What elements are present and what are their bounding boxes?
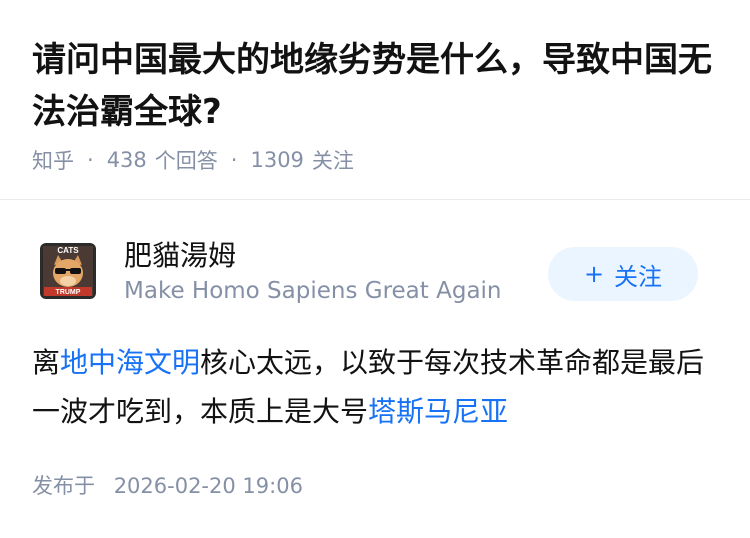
followers-count: 1309 bbox=[250, 148, 304, 172]
meta-separator: · bbox=[87, 148, 94, 172]
answers-count: 438 bbox=[106, 148, 147, 172]
link-tasmania[interactable]: 塔斯马尼亚 bbox=[368, 395, 508, 428]
answers-label: 个回答 bbox=[154, 149, 218, 173]
meta-separator: · bbox=[230, 148, 238, 172]
question-title[interactable]: 请问中国最大的地缘劣势是什么，导致中国无法治霸全球? bbox=[32, 34, 722, 138]
published-time: 2026-02-20 19:06 bbox=[113, 474, 303, 498]
answer-text: 离 bbox=[32, 346, 61, 379]
followers-label: 关注 bbox=[311, 149, 354, 173]
published-label: 发布于 bbox=[32, 474, 95, 498]
author-bio: Make Homo Sapiens Great Again bbox=[124, 278, 502, 304]
link-mediterranean-civilization[interactable]: 地中海文明 bbox=[60, 346, 200, 379]
source-label[interactable]: 知乎 bbox=[32, 145, 74, 175]
question-meta: 知乎 · 438 个回答 · 1309 关注 bbox=[32, 145, 354, 175]
answer-content: 离地中海文明核心太远，以致于每次技术革命都是最后一波才吃到，本质上是大号塔斯马尼… bbox=[32, 338, 722, 436]
answer-published-time: 发布于 2026-02-20 19:06 bbox=[32, 470, 303, 500]
plus-icon: + bbox=[583, 260, 605, 288]
avatar-text-bottom: TRUMP bbox=[56, 289, 81, 296]
avatar-text-top: CATS bbox=[57, 246, 79, 255]
cat-trump-avatar-icon: CATS TRUMP bbox=[40, 243, 96, 299]
author-avatar[interactable]: CATS TRUMP bbox=[40, 243, 96, 299]
author-name[interactable]: 肥貓湯姆 bbox=[124, 234, 236, 274]
follow-button[interactable]: + 关注 bbox=[548, 247, 698, 301]
section-divider bbox=[0, 199, 750, 200]
follow-label: 关注 bbox=[614, 262, 663, 291]
